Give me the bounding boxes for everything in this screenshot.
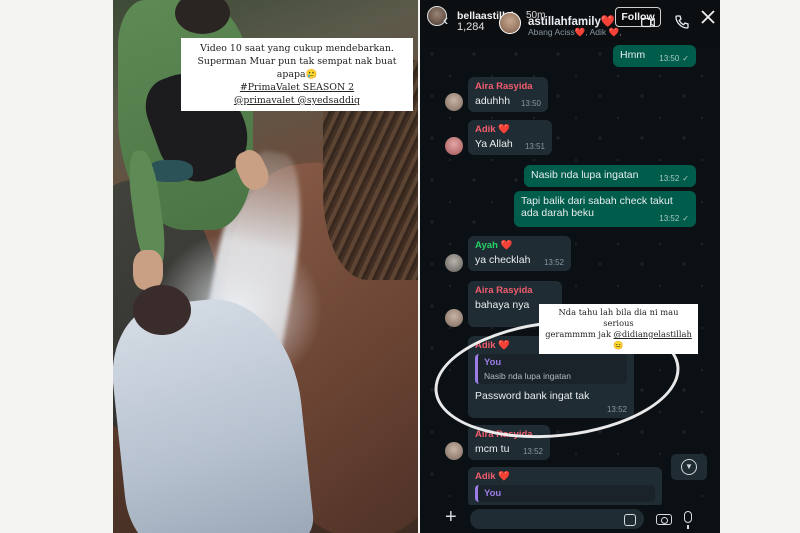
sticker-icon[interactable] (624, 514, 636, 526)
message-sender: Aira Rasyida (475, 285, 533, 296)
back-arrow-icon[interactable]: ‹ (443, 13, 453, 29)
screenshot-stage: Video 10 saat yang cukup mendebarkan. Su… (0, 0, 800, 533)
message-incoming[interactable]: Aira Rasyida aduhhh 13:50 (468, 77, 548, 112)
message-text: Ya Allah (475, 138, 513, 150)
avatar[interactable] (445, 442, 463, 460)
message-text: mcm tu (475, 443, 510, 455)
message-time: 13:52 (543, 258, 564, 267)
message-text: Nasib nda lupa ingatan (531, 169, 639, 181)
avatar[interactable] (445, 137, 463, 155)
time-text: 13:52 (659, 174, 680, 183)
time-text: 13:52 (659, 214, 680, 223)
group-members: Abang Aciss❤️, Adik ❤️, (528, 27, 622, 37)
message-outgoing[interactable]: Tapi balik dari sabah check takut ada da… (514, 191, 696, 227)
message-time: 13:52 (522, 447, 543, 456)
message-text: ya checklah (475, 254, 531, 266)
message-input[interactable] (470, 509, 644, 529)
message-text: aduhhh (475, 95, 511, 107)
scroll-down-button[interactable]: ▼ (671, 454, 707, 480)
girl-head (133, 285, 191, 335)
message-time: 13:50 ✓ (659, 54, 689, 63)
time-text: 13:50 (659, 54, 680, 63)
message-sender: Adik ❤️ (475, 471, 511, 482)
sent-check-icon: ✓ (682, 54, 689, 63)
message-text: bahaya nya (475, 299, 530, 311)
message-time: 13:51 (524, 142, 545, 151)
annotation-prefix: gerammmm jak (545, 329, 614, 339)
close-icon[interactable] (701, 10, 715, 24)
message-outgoing[interactable]: Hmm 13:50 ✓ (613, 45, 696, 67)
avatar[interactable] (445, 93, 463, 111)
message-input-bar: + (420, 505, 720, 533)
sent-check-icon: ✓ (682, 174, 689, 183)
message-incoming-reply[interactable]: Adik ❤️ You (468, 467, 662, 507)
message-text-line: Tapi balik dari sabah check takut (521, 195, 673, 207)
annotation-mention[interactable]: @didiangelastillah (614, 329, 692, 339)
caption-hashtag[interactable]: #PrimaValet SEASON 2 (187, 81, 407, 94)
video-call-icon[interactable] (641, 17, 655, 28)
caption-line: Video 10 saat yang cukup mendebarkan. (200, 43, 394, 54)
chevron-down-icon: ▼ (681, 459, 697, 475)
message-time: 13:50 (520, 99, 541, 108)
message-outgoing[interactable]: Nasib nda lupa ingatan 13:52 ✓ (524, 165, 696, 187)
sent-check-icon: ✓ (682, 214, 689, 223)
message-incoming[interactable]: Adik ❤️ Ya Allah 13:51 (468, 120, 552, 155)
phone-call-icon[interactable] (674, 14, 690, 30)
annotation-line: gerammmm jak @didiangelastillah 😑 (543, 329, 694, 351)
group-name[interactable]: astillahfamily❤️ (528, 14, 615, 28)
plus-icon[interactable]: + (445, 507, 457, 527)
microphone-icon[interactable] (684, 511, 692, 529)
group-avatar[interactable] (499, 12, 521, 34)
message-sender: Aira Rasyida (475, 81, 533, 92)
quoted-message[interactable]: You (475, 485, 655, 502)
caption-mentions[interactable]: @primavalet @syedsaddiq (187, 94, 407, 107)
annotation-line: Nda tahu lah bila dia ni mau serious (558, 307, 679, 328)
annotation-emoji: 😑 (613, 340, 624, 350)
quoted-sender: You (484, 488, 502, 499)
viewer-count: 1,284 (457, 21, 485, 33)
caption-line: Superman Muar pun tak sempat nak buat ap… (197, 56, 397, 80)
message-text: Hmm (620, 49, 646, 61)
avatar[interactable] (445, 309, 463, 327)
avatar[interactable] (445, 254, 463, 272)
message-incoming[interactable]: Ayah ❤️ ya checklah 13:52 (468, 236, 571, 271)
message-sender: Ayah ❤️ (475, 240, 513, 251)
man-hand (133, 250, 163, 290)
message-time: 13:52 ✓ (659, 174, 689, 183)
message-sender: Adik ❤️ (475, 124, 511, 135)
message-time: 13:52 ✓ (659, 214, 689, 223)
photo-caption: Video 10 saat yang cukup mendebarkan. Su… (181, 38, 413, 111)
annotation-caption: Nda tahu lah bila dia ni mau serious ger… (539, 304, 698, 354)
camera-icon[interactable] (656, 514, 672, 525)
